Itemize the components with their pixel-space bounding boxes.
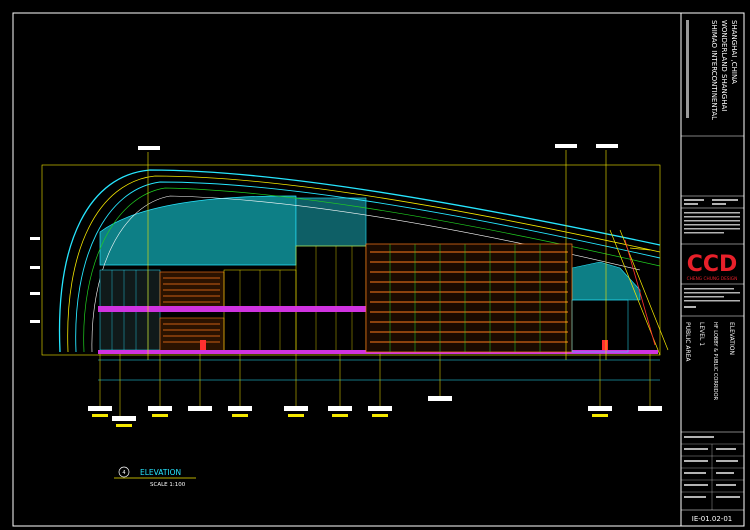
area-label: PUBLIC AREA (684, 322, 691, 362)
elevation-number: 4 (122, 470, 125, 476)
right-glazing (571, 299, 629, 353)
room-label: HF LOBBY & PUBLIC CORRIDOR (712, 322, 718, 401)
mid-section-2 (295, 245, 367, 353)
title-block: SHIMAO INTERCONTINENTAL WONDERLAND SHANG… (681, 20, 744, 523)
teal-volume-2 (295, 197, 367, 247)
ccd-logo: CCD (687, 252, 738, 277)
drawing-number: IE-01.02-01 (692, 515, 733, 523)
sheet-title: ELEVATION (728, 322, 735, 355)
patterned-wall (365, 243, 573, 353)
elevation-view (30, 144, 669, 427)
ccd-logo-subtext: CHENG CHUNG DESIGN (687, 276, 738, 282)
elevation-title-tag: 4 ELEVATION SCALE 1:100 (114, 466, 196, 488)
project-line-1: SHIMAO INTERCONTINENTAL (710, 20, 718, 120)
elevation-title: ELEVATION (140, 468, 181, 477)
red-marker-right (602, 340, 608, 350)
level-label: LEVEL 1 (698, 322, 705, 346)
red-marker-left (200, 340, 206, 350)
project-line-3: SHANGHAI ,CHINA (730, 20, 738, 84)
orange-panel-left-low (159, 317, 225, 353)
magenta-band (98, 306, 366, 312)
teal-volume (99, 195, 297, 266)
cad-elevation-drawing: 4 ELEVATION SCALE 1:100 SHIMAO INTERCONT… (12, 12, 745, 527)
project-line-2: WONDERLAND SHANGHAI (720, 20, 728, 111)
elevation-scale: SCALE 1:100 (150, 482, 186, 488)
